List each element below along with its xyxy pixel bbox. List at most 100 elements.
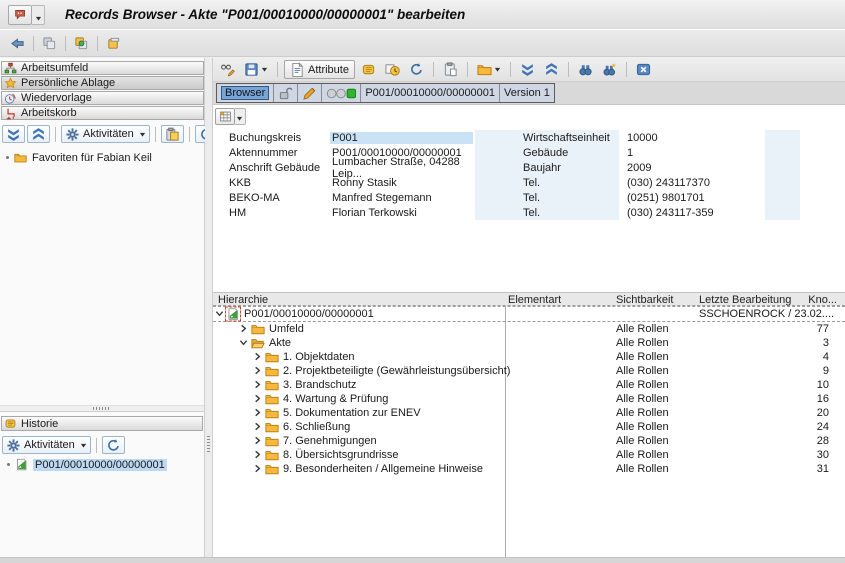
folder-icon (265, 421, 279, 434)
table-layout-dropdown[interactable] (235, 108, 246, 125)
tree-row[interactable]: 2. Projektbeteiligte (Gewährleistungsübe… (213, 364, 845, 378)
tree-row[interactable]: 8. ÜbersichtsgrundrisseAlle Rollen30 (213, 448, 845, 462)
tree-row[interactable]: 4. Wartung & PrüfungAlle Rollen16 (213, 392, 845, 406)
toolbar-separator (433, 62, 434, 77)
refresh-button[interactable] (102, 436, 125, 454)
status-lights (322, 84, 361, 102)
display-change-button[interactable] (217, 60, 238, 80)
panel-splitter[interactable] (205, 58, 213, 557)
dropdown-arrow-icon[interactable] (494, 66, 501, 73)
tree-row[interactable]: 9. Besonderheiten / Allgemeine HinweiseA… (213, 462, 845, 476)
paste-icon (165, 127, 180, 142)
form-right-column: Wirtschaftseinheit10000Gebäude1Baujahr20… (475, 130, 714, 220)
field-value-geb-ude[interactable]: 1 (619, 147, 633, 159)
splitter-grip (93, 407, 111, 410)
chevron-down-icon[interactable] (239, 338, 249, 348)
chevron-right-icon[interactable] (253, 408, 263, 418)
folder-icon (265, 365, 279, 378)
chevron-right-icon[interactable] (253, 422, 263, 432)
field-value-tel[interactable]: (0251) 9801701 (619, 192, 705, 204)
cell-knoten: 28 (817, 435, 829, 447)
chevron-right-icon[interactable] (253, 464, 263, 474)
record-id-field[interactable]: P001/00010000/00000001 (361, 84, 500, 102)
field-value-tel[interactable]: (030) 243117-359 (619, 207, 714, 219)
column-header-elementart[interactable]: Elementart (508, 294, 561, 306)
paste-button[interactable] (161, 125, 184, 143)
field-value-hm[interactable]: Florian Terkowski (330, 207, 473, 219)
column-header-letzte-bearbeitung[interactable]: Letzte Bearbeitung (699, 294, 791, 306)
sidebar-item-favorites[interactable]: Favoriten für Fabian Keil (6, 151, 152, 164)
version-field[interactable]: Version 1 (500, 84, 554, 102)
create-shortcut-button[interactable] (103, 33, 124, 53)
new-session-button[interactable] (71, 33, 92, 53)
window-menu-dropdown[interactable] (32, 5, 45, 25)
folder-button[interactable] (474, 60, 504, 80)
tree-row[interactable]: 6. SchließungAlle Rollen24 (213, 420, 845, 434)
hierarchy-table: Hierarchie Elementart Sichtbarkeit Letzte B… (213, 292, 845, 557)
find-button[interactable] (575, 60, 596, 80)
cell-sichtbarkeit: Alle Rollen (616, 323, 669, 335)
dropdown-arrow-icon[interactable] (261, 66, 268, 73)
title-bar: Records Browser - Akte "P001/00010000/00… (0, 0, 845, 30)
sidebar-item-arbeitskorb[interactable]: Arbeitskorb (1, 106, 204, 120)
collapse-all-button[interactable] (541, 60, 562, 80)
chevron-right-icon[interactable] (253, 394, 263, 404)
attribute-page-button[interactable]: Attribute (284, 60, 355, 79)
browser-tab[interactable]: Browser (217, 84, 274, 102)
edit-mode-button[interactable] (298, 84, 322, 102)
chevron-right-icon[interactable] (253, 352, 263, 362)
chevron-right-icon[interactable] (253, 366, 263, 376)
sidebar-horizontal-splitter[interactable] (0, 405, 204, 412)
field-value-wirtschaftseinheit[interactable]: 10000 (619, 132, 658, 144)
lock-button[interactable] (274, 84, 298, 102)
favorites-label: Favoriten für Fabian Keil (32, 152, 152, 164)
chevron-right-icon[interactable] (253, 450, 263, 460)
toolbar-separator (277, 62, 278, 77)
history-item[interactable]: P001/00010000/00000001 (7, 458, 167, 471)
sidebar-item-wiedervorlage[interactable]: Wiedervorlage (1, 91, 204, 105)
tree-row[interactable]: P001/00010000/00000001SSCHOENROCK / 23.0… (213, 306, 845, 322)
refresh-button[interactable] (406, 60, 427, 80)
collapse-all-button[interactable] (27, 125, 50, 143)
tree-row[interactable]: 3. BrandschutzAlle Rollen10 (213, 378, 845, 392)
save-button[interactable] (241, 60, 271, 80)
back-arrow-button[interactable] (7, 33, 28, 53)
chevron-down-icon[interactable] (215, 309, 225, 319)
tree-row[interactable]: AkteAlle Rollen3 (213, 336, 845, 350)
expand-all-button[interactable] (517, 60, 538, 80)
tree-row[interactable]: 5. Dokumentation zur ENEVAlle Rollen20 (213, 406, 845, 420)
field-value-baujahr[interactable]: 2009 (619, 162, 651, 174)
copy-window-icon (42, 36, 57, 51)
folder-icon (265, 393, 279, 406)
field-value-beko-ma[interactable]: Manfred Stegemann (330, 192, 473, 204)
column-header-hierarchie[interactable]: Hierarchie (218, 294, 268, 306)
field-value-kkb[interactable]: Ronny Stasik (330, 177, 473, 189)
node-label: 9. Besonderheiten / Allgemeine Hinweise (283, 463, 483, 475)
dropdown-arrow-icon[interactable] (80, 442, 87, 449)
clipboard-button[interactable] (440, 60, 461, 80)
field-value-buchungskreis[interactable]: P001 (330, 132, 473, 144)
table-layout-button[interactable] (215, 108, 235, 125)
chevron-right-icon[interactable] (239, 324, 249, 334)
gear-button[interactable]: Aktivitäten (2, 436, 91, 454)
field-value-tel[interactable]: (030) 243117370 (619, 177, 710, 189)
protocol-scroll-button[interactable] (358, 60, 379, 80)
dropdown-arrow-icon[interactable] (139, 131, 146, 138)
sidebar-item-arbeitsumfeld[interactable]: Arbeitsumfeld (1, 61, 204, 75)
tree-row[interactable]: UmfeldAlle Rollen77 (213, 322, 845, 336)
tree-row[interactable]: 7. GenehmigungenAlle Rollen28 (213, 434, 845, 448)
tree-row[interactable]: 1. ObjektdatenAlle Rollen4 (213, 350, 845, 364)
sidebar-item-pers-nliche-ablage[interactable]: Persönliche Ablage (1, 76, 204, 90)
chevron-right-icon[interactable] (253, 436, 263, 446)
chevron-right-icon[interactable] (253, 380, 263, 390)
expand-all-button[interactable] (2, 125, 25, 143)
column-header-kno[interactable]: Kno... (808, 294, 837, 306)
column-header-sichtbarkeit[interactable]: Sichtbarkeit (616, 294, 673, 306)
history-header[interactable]: Historie (1, 416, 203, 431)
find-next-button[interactable] (599, 60, 620, 80)
gear-button[interactable]: Aktivitäten (61, 125, 150, 143)
close-button[interactable] (633, 60, 654, 80)
window-menu-button[interactable] (8, 5, 32, 25)
versions-clock-button[interactable] (382, 60, 403, 80)
copy-window-button[interactable] (39, 33, 60, 53)
